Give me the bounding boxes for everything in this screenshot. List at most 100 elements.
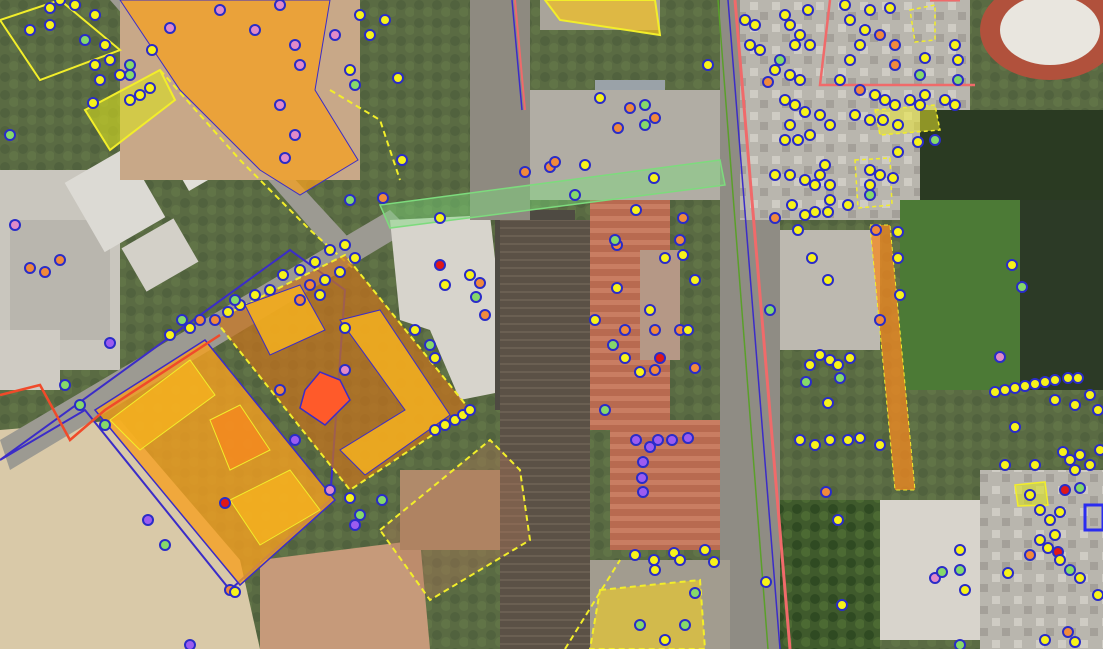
poi-marker-yellow[interactable]: [630, 204, 642, 216]
poi-marker-yellow[interactable]: [87, 97, 99, 109]
poi-marker-yellow[interactable]: [699, 544, 711, 556]
poi-marker-green[interactable]: [124, 59, 136, 71]
poi-marker-orange[interactable]: [689, 362, 701, 374]
poi-marker-orange[interactable]: [619, 324, 631, 336]
poi-marker-pink[interactable]: [279, 152, 291, 164]
poi-marker-violet[interactable]: [184, 639, 196, 649]
poi-marker-green[interactable]: [936, 566, 948, 578]
map-svg[interactable]: [0, 0, 1103, 649]
poi-marker-yellow[interactable]: [844, 14, 856, 26]
poi-marker-yellow[interactable]: [222, 306, 234, 318]
poi-marker-yellow[interactable]: [379, 14, 391, 26]
poi-marker-green[interactable]: [569, 189, 581, 201]
poi-marker-yellow[interactable]: [1062, 372, 1074, 384]
poi-marker-yellow[interactable]: [834, 74, 846, 86]
poi-marker-green[interactable]: [689, 587, 701, 599]
poi-marker-yellow[interactable]: [1034, 504, 1046, 516]
poi-marker-yellow[interactable]: [339, 322, 351, 334]
poi-marker-yellow[interactable]: [429, 352, 441, 364]
poi-marker-yellow[interactable]: [864, 179, 876, 191]
poi-marker-yellow[interactable]: [1029, 459, 1041, 471]
poi-marker-yellow[interactable]: [854, 432, 866, 444]
poi-marker-yellow[interactable]: [1069, 399, 1081, 411]
poi-marker-yellow[interactable]: [794, 434, 806, 446]
poi-marker-yellow[interactable]: [1049, 529, 1061, 541]
poi-marker-yellow[interactable]: [249, 289, 261, 301]
poi-marker-yellow[interactable]: [959, 584, 971, 596]
poi-marker-yellow[interactable]: [844, 54, 856, 66]
poi-marker-yellow[interactable]: [314, 289, 326, 301]
poi-marker-yellow[interactable]: [784, 69, 796, 81]
poi-marker-yellow[interactable]: [769, 64, 781, 76]
poi-marker-pink[interactable]: [9, 219, 21, 231]
poi-marker-yellow[interactable]: [324, 244, 336, 256]
poi-marker-orange[interactable]: [677, 212, 689, 224]
poi-marker-orange[interactable]: [889, 59, 901, 71]
poi-marker-yellow[interactable]: [804, 359, 816, 371]
poi-marker-yellow[interactable]: [832, 514, 844, 526]
poi-marker-yellow[interactable]: [1034, 534, 1046, 546]
poi-marker-violet[interactable]: [289, 434, 301, 446]
poi-marker-yellow[interactable]: [789, 99, 801, 111]
poi-marker-yellow[interactable]: [134, 89, 146, 101]
poi-marker-violet[interactable]: [349, 519, 361, 531]
poi-marker-yellow[interactable]: [804, 39, 816, 51]
poi-marker-green[interactable]: [634, 619, 646, 631]
poi-marker-orange[interactable]: [674, 234, 686, 246]
poi-marker-yellow[interactable]: [949, 99, 961, 111]
poi-marker-yellow[interactable]: [864, 4, 876, 16]
poi-marker-green[interactable]: [124, 69, 136, 81]
poi-marker-yellow[interactable]: [824, 179, 836, 191]
poi-marker-orange[interactable]: [274, 384, 286, 396]
poi-marker-green[interactable]: [349, 79, 361, 91]
poi-marker-green[interactable]: [59, 379, 71, 391]
poi-marker-yellow[interactable]: [89, 59, 101, 71]
poi-marker-pink[interactable]: [294, 59, 306, 71]
poi-marker-yellow[interactable]: [309, 256, 321, 268]
poi-marker-yellow[interactable]: [277, 269, 289, 281]
poi-marker-yellow[interactable]: [1072, 372, 1084, 384]
poi-marker-orange[interactable]: [624, 102, 636, 114]
poi-marker-yellow[interactable]: [799, 106, 811, 118]
poi-marker-violet[interactable]: [142, 514, 154, 526]
poi-marker-yellow[interactable]: [1009, 421, 1021, 433]
poi-marker-yellow[interactable]: [919, 89, 931, 101]
poi-marker-green[interactable]: [764, 304, 776, 316]
poi-marker-orange[interactable]: [377, 192, 389, 204]
poi-marker-yellow[interactable]: [864, 114, 876, 126]
poi-marker-orange[interactable]: [1062, 626, 1074, 638]
poi-marker-yellow[interactable]: [434, 212, 446, 224]
poi-marker-yellow[interactable]: [1039, 634, 1051, 646]
poi-marker-orange[interactable]: [874, 314, 886, 326]
poi-marker-yellow[interactable]: [649, 564, 661, 576]
poi-marker-yellow[interactable]: [822, 397, 834, 409]
poi-marker-green[interactable]: [99, 419, 111, 431]
poi-marker-yellow[interactable]: [674, 554, 686, 566]
poi-marker-pink[interactable]: [324, 484, 336, 496]
poi-marker-orange[interactable]: [194, 314, 206, 326]
poi-marker-yellow[interactable]: [1084, 389, 1096, 401]
poi-marker-yellow[interactable]: [824, 119, 836, 131]
poi-marker-yellow[interactable]: [429, 424, 441, 436]
poi-marker-green[interactable]: [599, 404, 611, 416]
poi-marker-orange[interactable]: [649, 112, 661, 124]
poi-marker-pink[interactable]: [289, 129, 301, 141]
poi-marker-yellow[interactable]: [349, 252, 361, 264]
poi-marker-yellow[interactable]: [749, 19, 761, 31]
poi-marker-yellow[interactable]: [739, 14, 751, 26]
poi-marker-yellow[interactable]: [1069, 464, 1081, 476]
poi-marker-green[interactable]: [424, 339, 436, 351]
poi-marker-yellow[interactable]: [832, 359, 844, 371]
poi-marker-green[interactable]: [639, 119, 651, 131]
poi-marker-yellow[interactable]: [619, 352, 631, 364]
poi-marker-yellow[interactable]: [842, 434, 854, 446]
poi-marker-yellow[interactable]: [919, 52, 931, 64]
poi-marker-orange[interactable]: [479, 309, 491, 321]
poi-marker-yellow[interactable]: [939, 94, 951, 106]
poi-marker-yellow[interactable]: [1049, 394, 1061, 406]
poi-marker-green[interactable]: [914, 69, 926, 81]
poi-marker-green[interactable]: [864, 189, 876, 201]
poi-marker-yellow[interactable]: [839, 0, 851, 11]
poi-marker-red[interactable]: [1059, 484, 1071, 496]
poi-marker-yellow[interactable]: [809, 439, 821, 451]
